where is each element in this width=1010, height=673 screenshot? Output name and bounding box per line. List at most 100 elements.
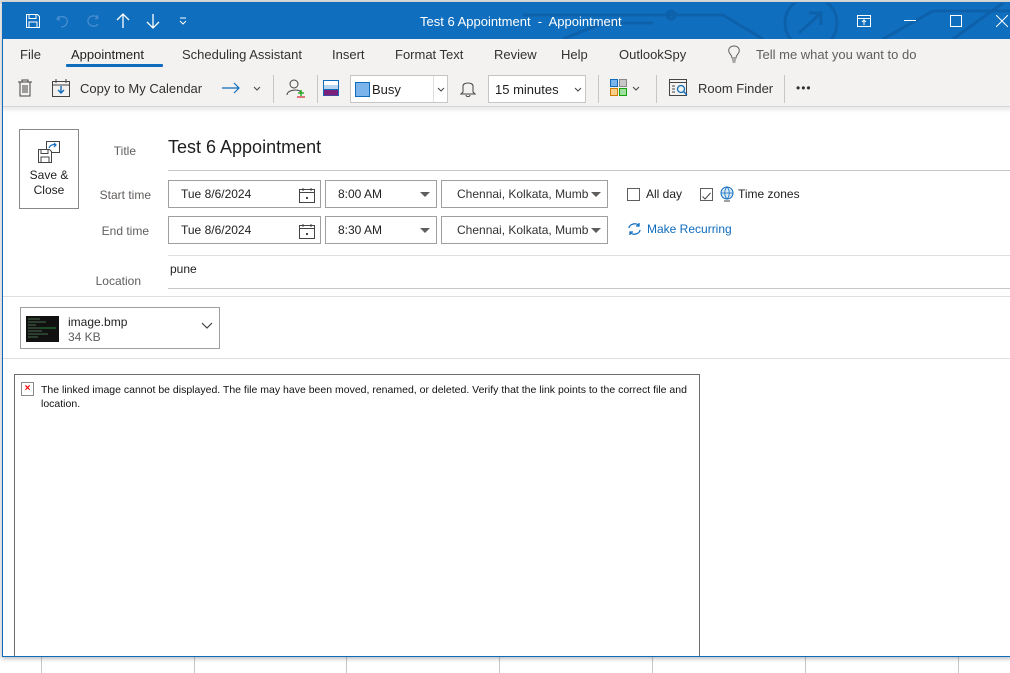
- reminder-value: 15 minutes: [495, 81, 559, 97]
- tab-appointment[interactable]: Appointment: [71, 47, 144, 62]
- tab-review[interactable]: Review: [494, 47, 537, 62]
- previous-item-icon[interactable]: [113, 10, 133, 32]
- forward-dropdown[interactable]: [253, 69, 261, 107]
- attachment-divider: [3, 358, 1010, 359]
- grid-line: [805, 657, 806, 673]
- header-divider: [3, 296, 1010, 297]
- end-time-value: 8:30 AM: [338, 223, 383, 237]
- title-bar: Test 6 Appointment - Appointment: [3, 3, 1010, 39]
- minimize-button[interactable]: [887, 3, 933, 39]
- save-and-close-button[interactable]: Save & Close: [19, 129, 79, 209]
- save-icon[interactable]: [23, 10, 43, 32]
- grid-line: [499, 657, 500, 673]
- tab-insert[interactable]: Insert: [332, 47, 365, 62]
- appointment-window: Test 6 Appointment - Appointment File Ap…: [2, 2, 1010, 657]
- chevron-down-icon: [253, 86, 261, 91]
- recurrence-icon: [628, 223, 641, 235]
- chevron-down-icon: [433, 76, 447, 102]
- location-input[interactable]: pune: [168, 255, 1010, 289]
- calendar-icon[interactable]: [299, 187, 315, 203]
- location-value: pune: [170, 262, 197, 276]
- attachment-card[interactable]: image.bmp 34 KB: [20, 307, 220, 349]
- end-timezone-value: Chennai, Kolkata, Mumb: [457, 223, 589, 237]
- message-body[interactable]: × The linked image cannot be displayed. …: [14, 374, 700, 656]
- invite-attendees-button[interactable]: [286, 69, 306, 107]
- dropdown-arrow-icon: [420, 192, 430, 197]
- calendar-icon[interactable]: [299, 223, 315, 239]
- ribbon-shadow: [3, 107, 1010, 113]
- time-zones-checkbox[interactable]: [700, 188, 713, 201]
- more-icon: •••: [796, 81, 812, 95]
- tab-scheduling-assistant[interactable]: Scheduling Assistant: [182, 47, 302, 62]
- busy-color-swatch: [355, 81, 370, 97]
- start-time-dropdown[interactable]: 8:00 AM: [325, 180, 437, 208]
- copy-to-my-calendar-button[interactable]: Copy to My Calendar: [51, 69, 202, 107]
- ribbon-separator: [273, 75, 274, 103]
- add-person-icon: [286, 79, 305, 98]
- save-close-icon: [38, 141, 60, 163]
- categorize-icon: [610, 79, 627, 96]
- ribbon-separator: [784, 75, 785, 103]
- calendar-copy-icon: [52, 79, 70, 97]
- end-time-label: End time: [101, 224, 149, 238]
- tab-outlookspy[interactable]: OutlookSpy: [619, 47, 686, 62]
- dropdown-arrow-icon: [591, 228, 601, 233]
- redo-icon[interactable]: [83, 10, 103, 32]
- reminder-dropdown[interactable]: 15 minutes: [488, 75, 586, 103]
- reminder-icon: [460, 69, 476, 107]
- ribbon-display-options-button[interactable]: [841, 3, 887, 39]
- broken-image-message: The linked image cannot be displayed. Th…: [41, 384, 687, 410]
- end-timezone-dropdown[interactable]: Chennai, Kolkata, Mumb: [441, 216, 608, 244]
- title-label: Title: [113, 144, 136, 158]
- more-commands-button[interactable]: •••: [796, 69, 812, 107]
- next-item-icon[interactable]: [143, 10, 163, 32]
- tab-help[interactable]: Help: [561, 47, 588, 62]
- customize-qat-icon[interactable]: [173, 10, 193, 32]
- copy-to-my-calendar-label: Copy to My Calendar: [80, 80, 203, 96]
- globe-icon: [720, 186, 734, 202]
- undo-icon[interactable]: [53, 10, 73, 32]
- delete-button[interactable]: [17, 69, 33, 107]
- grid-line: [41, 657, 42, 673]
- tell-me-search[interactable]: Tell me what you want to do: [756, 47, 916, 62]
- save-and-close-label: Save & Close: [29, 168, 69, 197]
- room-finder-label: Room Finder: [698, 80, 774, 96]
- chevron-down-icon: [632, 86, 640, 91]
- background-calendar-grid: [0, 657, 1010, 673]
- attachment-size: 34 KB: [68, 330, 101, 344]
- grid-line: [652, 657, 653, 673]
- tab-format-text[interactable]: Format Text: [395, 47, 463, 62]
- ribbon-separator: [317, 75, 318, 103]
- grid-line: [346, 657, 347, 673]
- show-as-dropdown[interactable]: Busy: [350, 75, 448, 103]
- attachment-options-chevron-icon[interactable]: [201, 322, 213, 330]
- room-finder-button[interactable]: Room Finder: [669, 69, 773, 107]
- window-title: Test 6 Appointment - Appointment: [420, 14, 622, 29]
- end-date-value: Tue 8/6/2024: [181, 223, 252, 237]
- active-tab-indicator: [66, 64, 163, 67]
- quick-access-toolbar: [23, 3, 193, 39]
- categorize-button[interactable]: [610, 69, 640, 107]
- title-input[interactable]: Test 6 Appointment: [168, 135, 1010, 171]
- broken-image-icon: ×: [21, 382, 34, 396]
- maximize-button[interactable]: [933, 3, 979, 39]
- dropdown-arrow-icon: [591, 192, 601, 197]
- location-label: Location: [95, 274, 141, 288]
- checkmark-icon: [702, 192, 711, 200]
- tab-file[interactable]: File: [20, 47, 41, 62]
- forward-button[interactable]: [221, 69, 241, 107]
- make-recurring-button[interactable]: Make Recurring: [627, 222, 732, 236]
- attachment-name: image.bmp: [68, 315, 128, 329]
- close-button[interactable]: [979, 3, 1010, 39]
- end-date-field[interactable]: Tue 8/6/2024: [168, 216, 321, 244]
- start-time-value: 8:00 AM: [338, 187, 383, 201]
- ribbon-separator: [656, 75, 657, 103]
- dropdown-arrow-icon: [420, 228, 430, 233]
- start-timezone-value: Chennai, Kolkata, Mumb: [457, 187, 589, 201]
- end-time-dropdown[interactable]: 8:30 AM: [325, 216, 437, 244]
- start-date-field[interactable]: Tue 8/6/2024: [168, 180, 321, 208]
- start-date-value: Tue 8/6/2024: [181, 187, 252, 201]
- all-day-checkbox[interactable]: [627, 188, 640, 201]
- start-timezone-dropdown[interactable]: Chennai, Kolkata, Mumb: [441, 180, 608, 208]
- ribbon-separator: [598, 75, 599, 103]
